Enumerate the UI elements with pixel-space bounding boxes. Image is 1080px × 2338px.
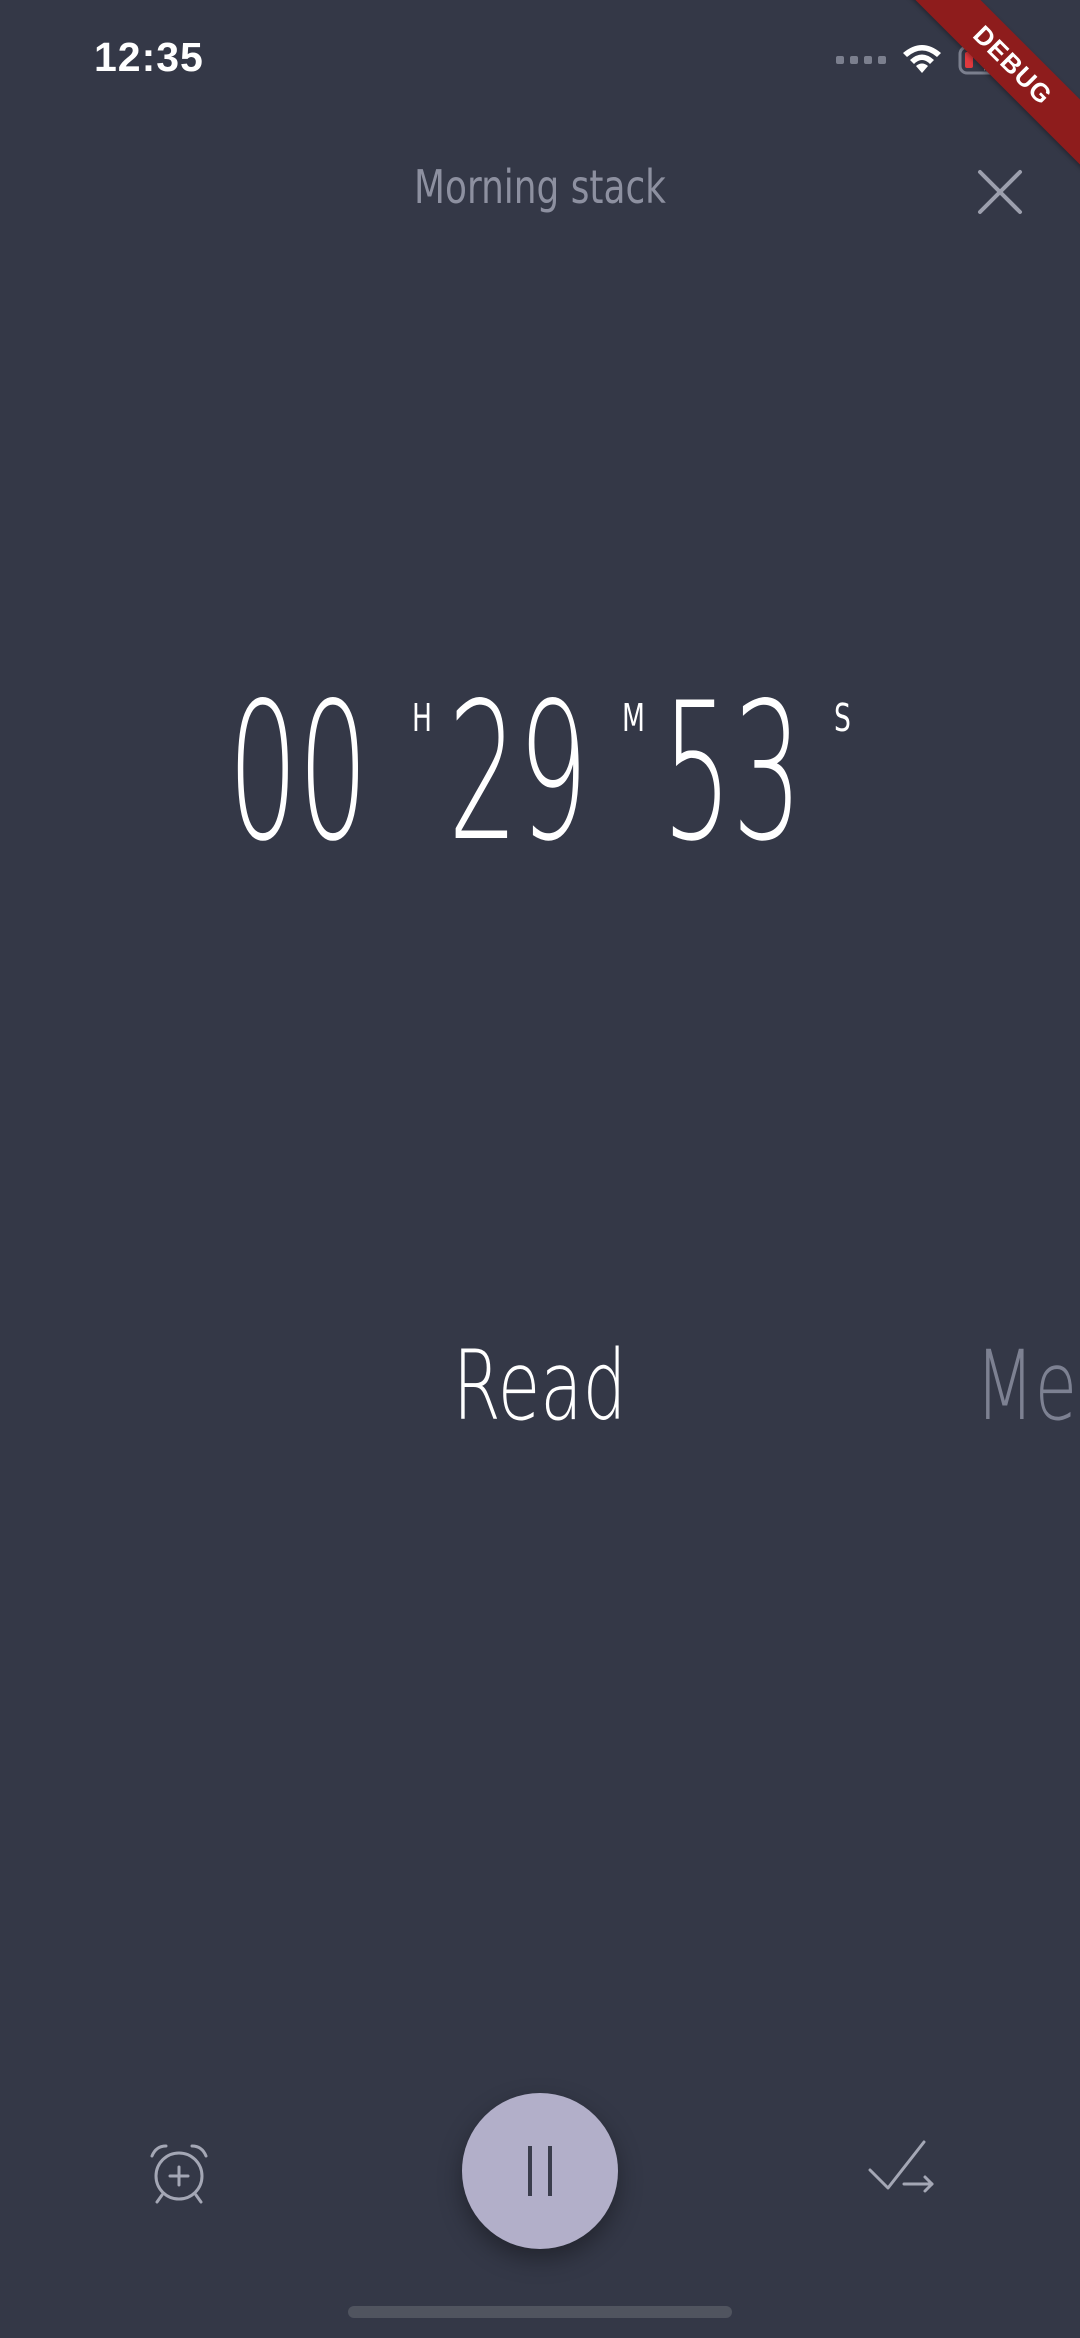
home-indicator[interactable] (348, 2306, 732, 2318)
close-icon (978, 170, 1022, 214)
debug-banner: DEBUG (908, 0, 1080, 170)
complete-activity-button[interactable] (866, 2136, 938, 2202)
wifi-icon (903, 45, 941, 73)
timer-hours-unit: H (412, 696, 433, 740)
check-next-icon (868, 2140, 934, 2193)
signal-icon (836, 56, 886, 64)
timer-seconds-unit: S (834, 696, 851, 740)
add-alarm-icon (150, 2144, 208, 2204)
pause-icon (520, 2146, 560, 2196)
timer-display: 00 H 29 M 53 S (0, 678, 1080, 878)
add-alarm-button[interactable] (146, 2140, 212, 2206)
close-button[interactable] (972, 164, 1028, 220)
page-title: Morning stack (414, 160, 666, 214)
timer-hours: 00 (228, 662, 369, 883)
next-activity[interactable]: Med (975, 1330, 1080, 1442)
timer-minutes-unit: M (622, 696, 645, 740)
timer-seconds: 53 (662, 662, 803, 883)
pause-button[interactable] (462, 2093, 618, 2249)
status-time: 12:35 (94, 34, 204, 80)
current-activity-label: Read (453, 1330, 627, 1442)
timer-minutes: 29 (448, 662, 589, 883)
current-activity[interactable]: Read (0, 1330, 1080, 1442)
